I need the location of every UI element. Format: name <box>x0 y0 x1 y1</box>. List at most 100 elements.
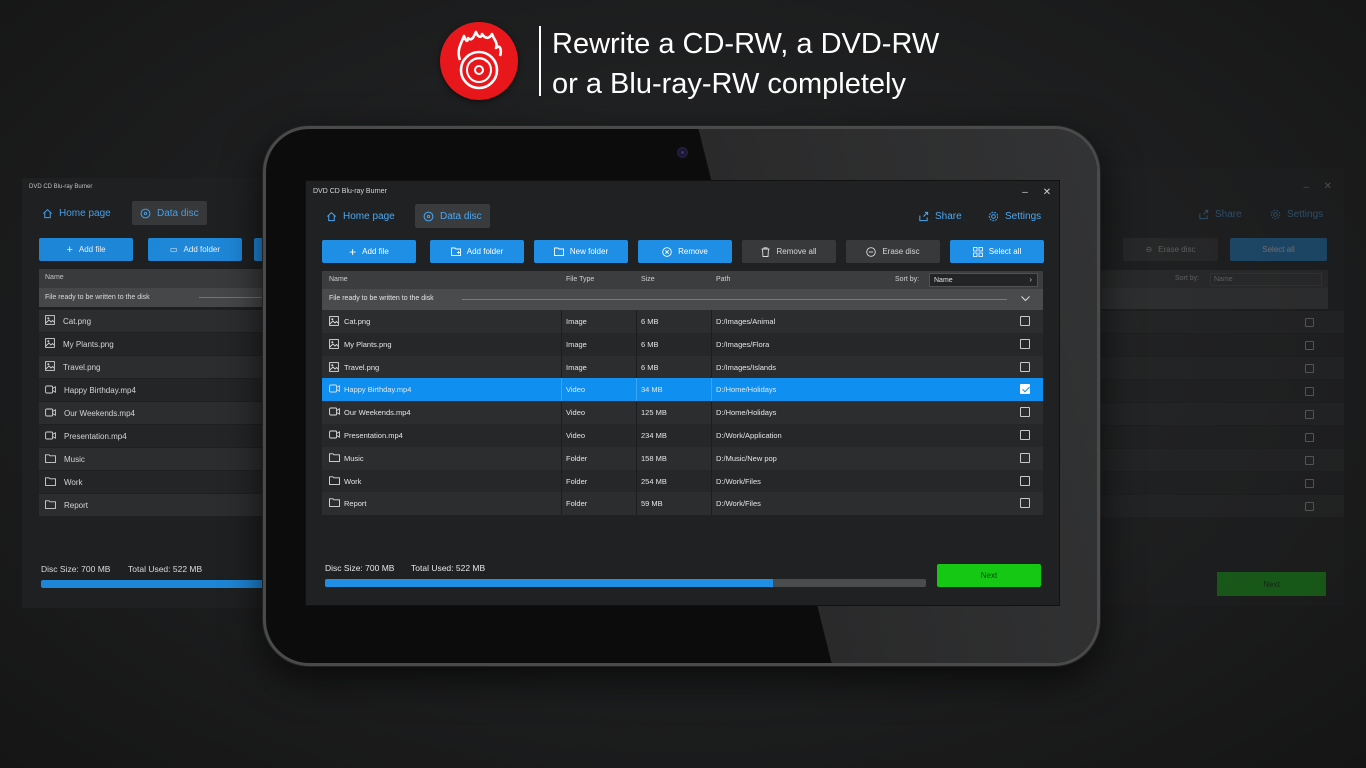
row-checkbox[interactable] <box>1020 338 1030 349</box>
table-row[interactable]: My Plants.png Image 6 MB D:/Images/Flora <box>322 332 1043 356</box>
ghost-add-folder-label: Add folder <box>183 245 221 254</box>
ghost-row-checkbox <box>1305 478 1314 488</box>
table-row[interactable]: Cat.png Image 6 MB D:/Images/Animal <box>322 310 1043 333</box>
column-size[interactable]: Size <box>641 276 655 283</box>
minimize-icon: – <box>1022 186 1028 198</box>
row-checkbox[interactable] <box>1020 475 1030 486</box>
ghost-right-group-row <box>1098 288 1328 309</box>
row-name: Cat.png <box>344 317 371 326</box>
headline-divider <box>539 26 541 96</box>
folder-plus-icon <box>450 247 461 256</box>
file-table: Name File Type Size Path Sort by: Name ›… <box>322 271 1043 516</box>
row-name: Travel.png <box>344 362 380 372</box>
row-checkbox[interactable] <box>1020 361 1030 372</box>
table-row[interactable]: Presentation.mp4 Video 234 MB D:/Work/Appli… <box>322 423 1043 447</box>
row-type: Video <box>566 385 586 395</box>
column-name[interactable]: Name <box>329 276 348 283</box>
row-type: Image <box>566 317 587 326</box>
share-icon <box>1199 209 1209 219</box>
image-icon <box>45 338 55 350</box>
row-checkbox[interactable] <box>1020 452 1030 463</box>
folder-icon <box>329 453 340 464</box>
folder-icon <box>329 475 340 487</box>
video-icon <box>329 384 340 395</box>
image-icon <box>329 338 339 351</box>
row-size: 6 MB <box>641 317 659 326</box>
share-icon <box>919 211 929 221</box>
background-window-right: – ✕ Share Settings ⊖ Erase disc Select al… <box>1098 168 1344 606</box>
select-all-button[interactable]: Select all <box>950 240 1044 263</box>
folder-icon <box>45 476 56 488</box>
add-folder-label: Add folder <box>466 247 504 256</box>
ghost-row: My Plants.png <box>39 333 272 355</box>
table-row[interactable]: Travel.png Image 6 MB D:/Images/Islands <box>322 355 1043 379</box>
nav-data-disc[interactable]: Data disc <box>415 204 490 228</box>
table-row[interactable]: Report Folder 59 MB D:/Work/Files <box>322 492 1043 516</box>
ghost-right-header: Sort by: Name <box>1098 270 1328 288</box>
table-row[interactable]: Our Weekends.mp4 Video 125 MB D:/Home/Holid… <box>322 401 1043 424</box>
row-path: D:/Music/New pop <box>716 453 777 463</box>
ghost-row <box>1098 449 1344 471</box>
ghost-progress <box>41 580 272 588</box>
nav-home-label: Home page <box>343 210 395 222</box>
row-checkbox[interactable] <box>1020 384 1030 395</box>
select-all-label: Select all <box>988 247 1022 256</box>
remove-all-button[interactable]: Remove all <box>742 240 836 263</box>
new-folder-button[interactable]: New folder <box>534 240 628 263</box>
ghost-row: Presentation.mp4 <box>39 425 272 447</box>
column-file-type[interactable]: File Type <box>566 276 594 283</box>
plus-icon: + <box>349 244 357 259</box>
ghost-row <box>1098 426 1344 448</box>
nav-data-disc-label: Data disc <box>440 210 482 222</box>
ghost-row <box>1098 403 1344 425</box>
ghost-row-checkbox <box>1305 432 1314 442</box>
table-row[interactable]: Music Folder 158 MB D:/Music/New pop <box>322 446 1043 470</box>
table-row[interactable]: Happy Birthday.mp4 Video 34 MB D:/Home/Holi… <box>322 378 1043 402</box>
sort-by-select[interactable]: Name › <box>929 273 1038 287</box>
background-window-left: DVD CD Blu-ray Burner Home page Data dis… <box>22 178 272 608</box>
erase-disc-button[interactable]: Erase disc <box>846 240 940 263</box>
ghost-row: Report <box>39 494 272 516</box>
next-button[interactable]: Next <box>937 564 1041 587</box>
gear-icon <box>988 211 999 221</box>
headline: Rewrite a CD-RW, a DVD-RW or a Blu-ray-R… <box>552 24 939 104</box>
nav-settings[interactable]: Settings <box>980 204 1049 228</box>
close-button[interactable]: ✕ <box>1040 185 1054 199</box>
row-size: 34 MB <box>641 385 663 395</box>
nav-home-page[interactable]: Home page <box>318 204 403 228</box>
video-icon <box>45 431 56 442</box>
row-checkbox[interactable] <box>1020 498 1030 509</box>
ghost-row-name: My Plants.png <box>63 339 114 349</box>
column-path[interactable]: Path <box>716 276 730 283</box>
remove-button[interactable]: Remove <box>638 240 732 263</box>
ghost-close-icon: ✕ <box>1323 181 1332 192</box>
row-checkbox[interactable] <box>1020 429 1030 440</box>
row-type: Folder <box>566 476 588 486</box>
erase-disc-label: Erase disc <box>882 247 920 256</box>
row-checkbox[interactable] <box>1020 316 1030 326</box>
minimize-button[interactable]: – <box>1018 185 1032 199</box>
row-name: My Plants.png <box>344 339 392 349</box>
ghost-row: Happy Birthday.mp4 <box>39 379 272 401</box>
trash-icon <box>761 246 770 257</box>
nav-share[interactable]: Share <box>910 204 970 228</box>
ghost-row: Travel.png <box>39 356 272 378</box>
row-path: D:/Home/Holidays <box>716 408 777 418</box>
row-checkbox[interactable] <box>1020 407 1030 418</box>
chevron-down-icon[interactable] <box>1020 293 1031 304</box>
ghost-add-file-label: Add file <box>78 245 106 254</box>
ghost-row-checkbox <box>1305 409 1314 419</box>
add-folder-button[interactable]: Add folder <box>430 240 524 263</box>
add-file-button[interactable]: + Add file <box>322 240 416 263</box>
ghost-row-name: Happy Birthday.mp4 <box>64 385 136 395</box>
ghost-row <box>1098 495 1344 517</box>
ghost-disc-size: Disc Size: 700 MB <box>41 564 111 574</box>
new-folder-label: New folder <box>569 247 609 256</box>
row-size: 234 MB <box>641 430 667 440</box>
row-path: D:/Images/Flora <box>716 339 770 349</box>
disc-usage-progress <box>325 579 926 587</box>
table-row[interactable]: Work Folder 254 MB D:/Work/Files <box>322 469 1043 493</box>
row-type: Video <box>566 430 586 440</box>
disc-icon <box>140 208 151 218</box>
group-header[interactable]: File ready to be written to the disk <box>322 289 1043 310</box>
